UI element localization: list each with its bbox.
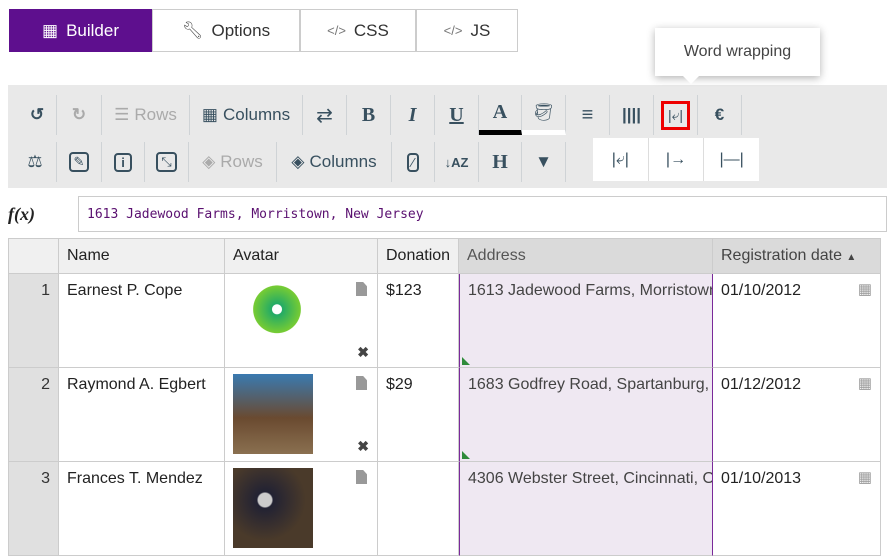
comment-indicator — [462, 451, 470, 459]
calendar-icon[interactable]: ▦ — [858, 374, 872, 392]
file-icon[interactable] — [356, 376, 367, 390]
cell-avatar[interactable] — [225, 462, 378, 556]
pencil-icon: ✎ — [68, 152, 90, 172]
fill-color-button[interactable]: 🪣︎ — [522, 95, 566, 135]
paint-bucket-icon: 🪣︎ — [532, 102, 555, 122]
cell-name[interactable]: Raymond A. Egbert — [59, 368, 225, 462]
tab-builder[interactable]: ▦ Builder — [9, 9, 152, 52]
insert-columns-button[interactable]: ▦ Columns — [190, 95, 303, 135]
header-donation[interactable]: Donation — [378, 238, 459, 274]
swap-icon: ⇄ — [316, 104, 333, 127]
code-icon: </> — [443, 23, 463, 38]
row-header[interactable]: 1 — [8, 274, 59, 368]
comment-indicator — [462, 357, 470, 365]
redo-icon: ↻ — [71, 105, 87, 124]
undo-icon: ↺ — [29, 105, 45, 124]
tab-options[interactable]: 🔧︎ Options — [152, 9, 300, 52]
align-left-icon: ≡ — [581, 103, 594, 126]
tab-js[interactable]: </> JS — [416, 9, 518, 52]
cell-date[interactable]: 01/10/2013 ▦ — [713, 462, 881, 556]
eye-slash-icon: ◈ — [202, 152, 216, 171]
wrap-option[interactable]: |⤶| — [593, 138, 649, 181]
avatar-image — [233, 374, 313, 454]
file-icon[interactable] — [356, 470, 367, 484]
tooltip: Word wrapping — [655, 28, 820, 84]
rows-icon: ☰ — [114, 105, 130, 124]
overflow-option[interactable]: |→ — [649, 138, 705, 181]
compress-button[interactable]: ⤡ — [145, 142, 189, 182]
row-header[interactable]: 3 — [8, 462, 59, 556]
cell-avatar[interactable]: ✖ — [225, 368, 378, 462]
clip-option[interactable]: |—| — [704, 138, 759, 181]
align-button[interactable]: ≡ — [566, 95, 610, 135]
compress-icon: ⤡ — [156, 152, 177, 172]
cell-donation[interactable]: $29 — [378, 368, 459, 462]
redo-button[interactable]: ↻ — [57, 95, 102, 135]
cell-name[interactable]: Frances T. Mendez — [59, 462, 225, 556]
magic-wand-icon: ⁄ — [406, 152, 420, 172]
cell-donation[interactable]: $123 — [378, 274, 459, 368]
currency-button[interactable]: € — [698, 95, 742, 135]
word-wrap-icon: |⤶| — [611, 150, 629, 168]
italic-button[interactable]: I — [391, 95, 435, 135]
info-icon: i — [114, 152, 132, 172]
scale-icon: ⚖︎ — [27, 152, 43, 171]
remove-icon[interactable]: ✖ — [357, 344, 369, 361]
eye-slash-icon: ◈ — [291, 152, 305, 171]
sort-ascending-icon[interactable]: ▲ — [846, 252, 856, 263]
formula-label: f(x) — [8, 204, 35, 224]
hide-rows-button[interactable]: ◈ Rows — [189, 142, 277, 182]
overflow-icon: |→ — [665, 150, 687, 168]
avatar-image — [233, 468, 313, 548]
cell-address[interactable]: 1613 Jadewood Farms, Morristown, New Jer… — [459, 274, 713, 368]
wrench-icon: 🔧︎ — [181, 20, 204, 40]
remove-icon[interactable]: ✖ — [357, 438, 369, 455]
hide-columns-button[interactable]: ◈ Columns — [277, 142, 392, 182]
file-icon[interactable] — [356, 282, 367, 296]
cell-avatar[interactable]: ✖ — [225, 274, 378, 368]
code-icon: </> — [327, 23, 346, 38]
heading-button[interactable]: H — [479, 142, 522, 182]
cell-address[interactable]: 4306 Webster Street, Cincinnati, Ohio — [459, 462, 713, 556]
cell-date[interactable]: 01/12/2012 ▦ — [713, 368, 881, 462]
balance-button[interactable]: ⚖︎ — [14, 142, 57, 182]
cell-address[interactable]: 1683 Godfrey Road, Spartanburg, South Ca… — [459, 368, 713, 462]
formula-input[interactable]: 1613 Jadewood Farms, Morristown, New Jer… — [78, 196, 887, 232]
header-address[interactable]: Address — [459, 238, 713, 274]
corner-cell[interactable] — [8, 238, 59, 274]
clip-icon: |—| — [719, 150, 744, 168]
header-name[interactable]: Name — [59, 238, 225, 274]
info-button[interactable]: i — [102, 142, 145, 182]
filter-icon: ▼ — [535, 152, 552, 171]
header-registration-date[interactable]: Registration date ▲ — [713, 238, 881, 274]
sort-button[interactable]: ↓AZ — [435, 142, 479, 182]
swap-button[interactable]: ⇄ — [303, 95, 347, 135]
filter-button[interactable]: ▼ — [522, 142, 566, 182]
insert-rows-button[interactable]: ☰ Rows — [102, 95, 190, 135]
cell-name[interactable]: Earnest P. Cope — [59, 274, 225, 368]
undo-button[interactable]: ↺ — [18, 95, 57, 135]
grid-icon: ▦ — [42, 20, 59, 40]
bold-button[interactable]: B — [347, 95, 391, 135]
tab-css[interactable]: </> CSS — [300, 9, 416, 52]
cell-date[interactable]: 01/10/2012 ▦ — [713, 274, 881, 368]
columns-icon: ▦ — [201, 105, 218, 124]
edit-button[interactable]: ✎ — [57, 142, 102, 182]
sort-az-icon: ↓AZ — [444, 154, 469, 170]
magic-button[interactable]: ⁄ — [392, 142, 435, 182]
font-color-button[interactable]: A — [479, 95, 522, 135]
cell-donation[interactable] — [378, 462, 459, 556]
borders-button[interactable]: |||| — [610, 95, 654, 135]
word-wrap-button[interactable]: |⤶| — [654, 95, 698, 135]
avatar-image — [247, 282, 307, 360]
calendar-icon[interactable]: ▦ — [858, 468, 872, 486]
calendar-icon[interactable]: ▦ — [858, 280, 872, 298]
vertical-lines-icon: |||| — [621, 105, 642, 124]
word-wrap-dropdown: |⤶| |→ |—| — [593, 138, 759, 181]
underline-button[interactable]: U — [435, 95, 479, 135]
word-wrap-icon: |⤶| — [660, 100, 691, 130]
row-header[interactable]: 2 — [8, 368, 59, 462]
header-avatar[interactable]: Avatar — [225, 238, 378, 274]
